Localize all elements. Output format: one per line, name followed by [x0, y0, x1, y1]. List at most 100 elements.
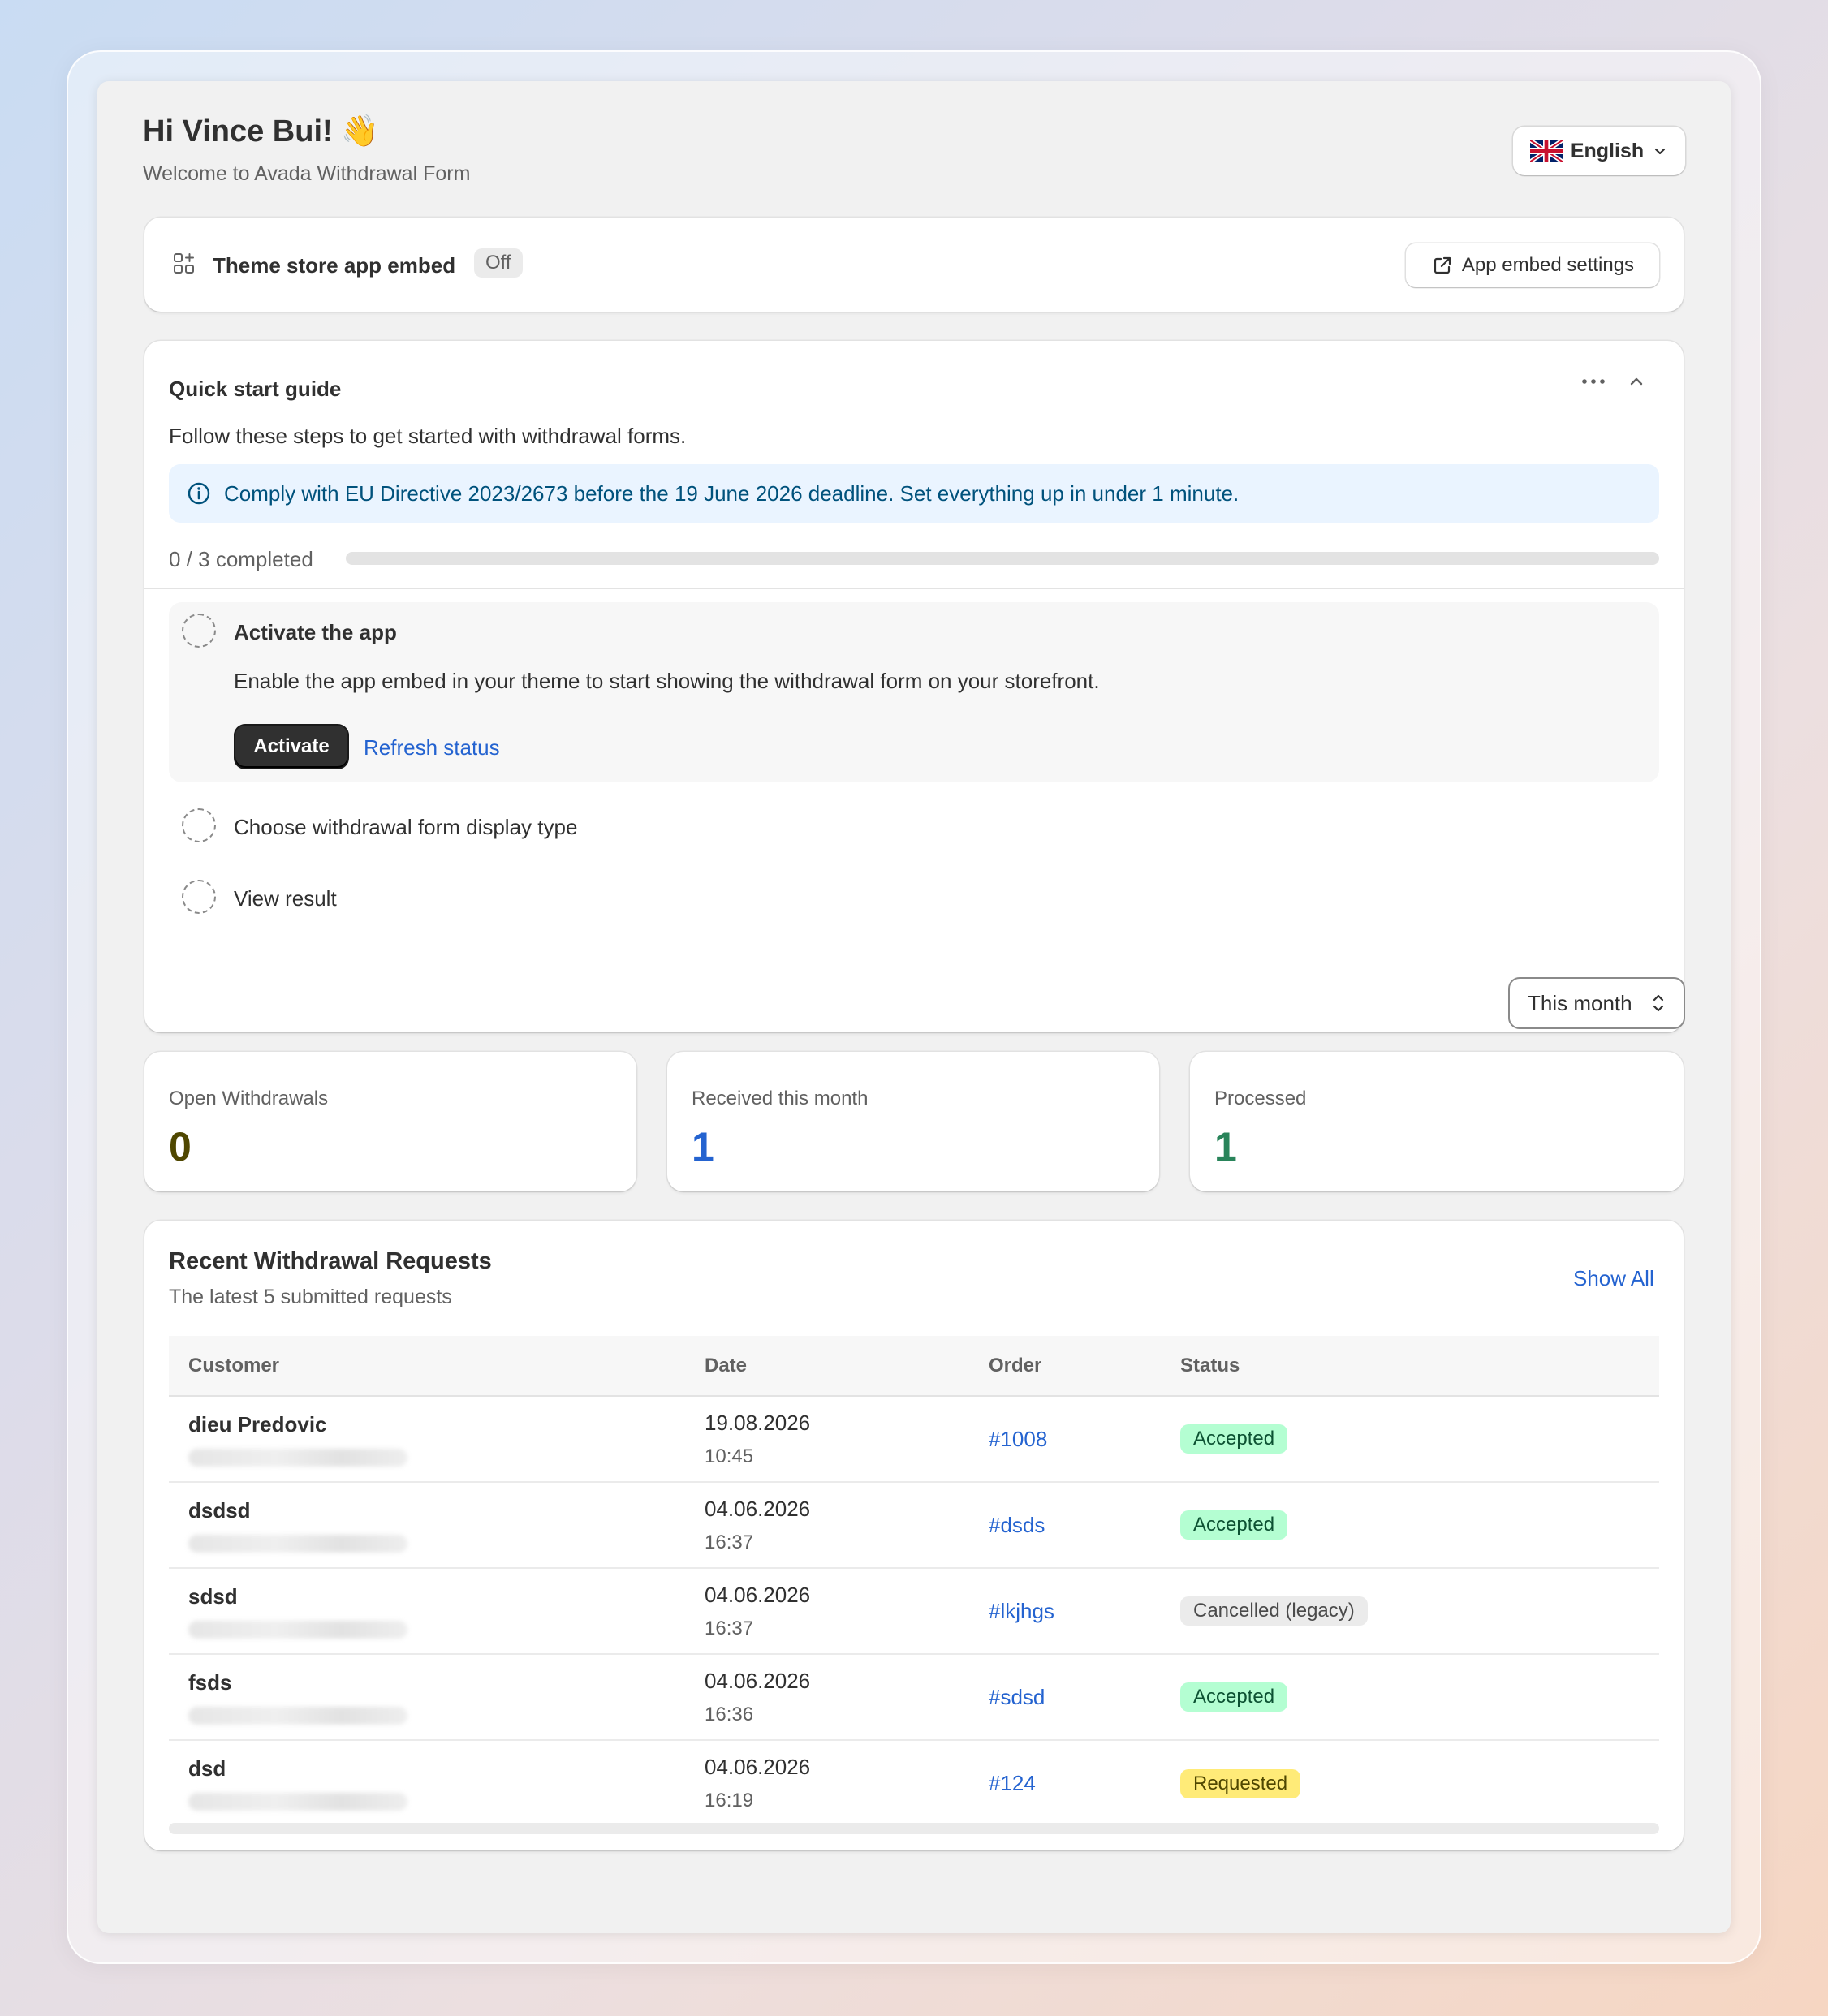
customer-name: sdsd [188, 1583, 238, 1609]
stat-value: 0 [169, 1124, 192, 1170]
table-row[interactable]: sdsd 04.06.2026 16:37 #lkjhgs Cancelled … [169, 1568, 1659, 1655]
refresh-status-link[interactable]: Refresh status [364, 735, 500, 760]
order-link[interactable]: #lkjhgs [989, 1599, 1054, 1623]
customer-email-redacted [188, 1534, 407, 1553]
request-time: 10:45 [705, 1445, 754, 1467]
date-cell: 04.06.2026 16:36 [685, 1654, 969, 1741]
page-title: Hi Vince Bui! 👋 [143, 114, 380, 149]
customer-cell: sdsd [169, 1568, 685, 1655]
request-date: 04.06.2026 [705, 1755, 811, 1779]
request-time: 16:19 [705, 1790, 754, 1811]
guide-title: Quick start guide [169, 377, 342, 401]
compliance-banner: Comply with EU Directive 2023/2673 befor… [169, 464, 1659, 523]
column-header-date[interactable]: Date [685, 1336, 969, 1397]
status-badge: Requested [1180, 1768, 1301, 1798]
order-cell: #dsds [969, 1482, 1161, 1569]
order-link[interactable]: #1008 [989, 1427, 1047, 1451]
status-cell: Accepted [1161, 1396, 1659, 1483]
request-date: 19.08.2026 [705, 1410, 811, 1435]
date-cell: 19.08.2026 10:45 [685, 1396, 969, 1483]
step-incomplete-icon[interactable] [182, 614, 216, 648]
request-time: 16:37 [705, 1617, 754, 1639]
customer-email-redacted [188, 1620, 407, 1639]
request-date: 04.06.2026 [705, 1668, 811, 1693]
recent-requests-title: Recent Withdrawal Requests [169, 1248, 492, 1274]
status-cell: Accepted [1161, 1654, 1659, 1741]
app-embed-settings-label: App embed settings [1461, 254, 1635, 276]
stat-value: 1 [692, 1124, 714, 1170]
stat-label: Processed [1214, 1088, 1307, 1109]
progress-text: 0 / 3 completed [169, 547, 313, 571]
external-link-icon [1431, 254, 1454, 277]
customer-email-redacted [188, 1706, 407, 1725]
customer-email-redacted [188, 1793, 407, 1811]
customer-name: dsd [188, 1756, 226, 1781]
uk-flag-icon [1529, 140, 1563, 162]
column-header-order[interactable]: Order [969, 1336, 1161, 1397]
status-cell: Cancelled (legacy) [1161, 1568, 1659, 1655]
progress-bar [346, 552, 1659, 565]
step-incomplete-icon[interactable] [182, 808, 216, 842]
status-cell: Accepted [1161, 1482, 1659, 1569]
order-link[interactable]: #124 [989, 1771, 1036, 1795]
stat-processed: Processed 1 [1190, 1052, 1684, 1191]
info-icon [187, 481, 211, 506]
table-row[interactable]: fsds 04.06.2026 16:36 #sdsd Accepted [169, 1654, 1659, 1741]
column-header-customer[interactable]: Customer [169, 1336, 685, 1397]
table-row[interactable]: dsd 04.06.2026 16:19 #124 Requested [169, 1740, 1659, 1826]
language-label: English [1570, 139, 1645, 162]
status-badge: Accepted [1180, 1424, 1288, 1454]
customer-cell: dsd [169, 1740, 685, 1826]
customer-email-redacted [188, 1448, 407, 1467]
request-date: 04.06.2026 [705, 1582, 811, 1607]
status-cell: Requested [1161, 1740, 1659, 1826]
customer-cell: fsds [169, 1654, 685, 1741]
step-view-result[interactable]: View result [234, 886, 337, 911]
step-activate-app[interactable]: Activate the app Enable the app embed in… [169, 602, 1659, 782]
table-row[interactable]: dieu Predovic 19.08.2026 10:45 #1008 Acc… [169, 1396, 1659, 1483]
customer-name: dieu Predovic [188, 1411, 327, 1437]
app-page: Hi Vince Bui! 👋 Welcome to Avada Withdra… [97, 81, 1731, 1933]
chevron-up-icon[interactable] [1627, 372, 1646, 391]
customer-name: fsds [188, 1669, 232, 1695]
step-title: Activate the app [234, 620, 397, 644]
app-embed-settings-button[interactable]: App embed settings [1406, 243, 1659, 287]
date-cell: 04.06.2026 16:37 [685, 1482, 969, 1569]
step-incomplete-icon[interactable] [182, 880, 216, 914]
order-cell: #1008 [969, 1396, 1161, 1483]
requests-table-wrapper: Customer Date Order Status dieu Predovic… [169, 1336, 1659, 1826]
horizontal-scrollbar[interactable] [169, 1823, 1659, 1834]
status-badge: Cancelled (legacy) [1180, 1596, 1368, 1626]
step-description: Enable the app embed in your theme to st… [234, 669, 1100, 693]
date-cell: 04.06.2026 16:37 [685, 1568, 969, 1655]
stat-value: 1 [1214, 1124, 1237, 1170]
quick-start-guide-card: Quick start guide Follow these steps to … [144, 341, 1684, 1032]
waving-hand-emoji: 👋 [340, 114, 380, 149]
app-embed-status-badge: Off [474, 248, 523, 278]
status-badge: Accepted [1180, 1682, 1288, 1712]
order-cell: #sdsd [969, 1654, 1161, 1741]
status-badge: Accepted [1180, 1510, 1288, 1540]
more-options-icon[interactable] [1580, 373, 1607, 390]
app-embed-card: Theme store app embed Off App embed sett… [144, 218, 1684, 312]
order-cell: #lkjhgs [969, 1568, 1161, 1655]
period-selector[interactable]: This month [1508, 977, 1685, 1029]
stat-received-this-month: Received this month 1 [667, 1052, 1159, 1191]
order-link[interactable]: #dsds [989, 1513, 1045, 1537]
page-subtitle: Welcome to Avada Withdrawal Form [143, 162, 471, 185]
language-selector[interactable]: English [1513, 127, 1685, 175]
step-choose-display-type[interactable]: Choose withdrawal form display type [234, 815, 577, 840]
order-cell: #124 [969, 1740, 1161, 1826]
customer-name: dsdsd [188, 1497, 251, 1523]
order-link[interactable]: #sdsd [989, 1685, 1045, 1709]
stat-label: Open Withdrawals [169, 1088, 329, 1109]
table-row[interactable]: dsdsd 04.06.2026 16:37 #dsds Accepted [169, 1482, 1659, 1569]
requests-table: Customer Date Order Status dieu Predovic… [169, 1336, 1659, 1826]
activate-button[interactable]: Activate [235, 726, 347, 768]
period-label: This month [1528, 990, 1632, 1015]
select-arrows-icon [1651, 992, 1666, 1014]
chevron-down-icon [1652, 143, 1668, 159]
stat-open-withdrawals: Open Withdrawals 0 [144, 1052, 636, 1191]
column-header-status[interactable]: Status [1161, 1336, 1659, 1397]
show-all-link[interactable]: Show All [1573, 1266, 1654, 1291]
